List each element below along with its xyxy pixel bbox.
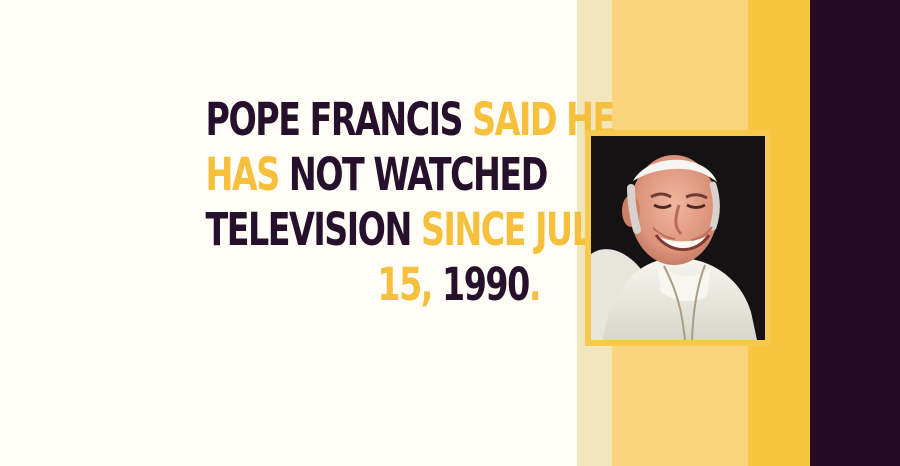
fact-line-1-part-1: POPE FRANCIS <box>205 93 473 146</box>
fact-text: POPE FRANCIS SAID HE HAS NOT WATCHED TEL… <box>205 92 616 312</box>
fact-line-4-part-1: 15, <box>377 258 443 311</box>
fact-line-3-part-2: SINCE JULY <box>420 203 610 256</box>
fact-line-2-part-1: HAS <box>205 148 289 201</box>
fact-line-4-part-2: 1990 <box>442 258 530 311</box>
fact-line-1: POPE FRANCIS SAID HE <box>205 92 616 147</box>
fact-line-2-part-2: NOT WATCHED <box>288 148 549 201</box>
fact-line-3: TELEVISION SINCE JULY <box>205 202 611 257</box>
pope-francis-photo <box>591 136 765 340</box>
plum-stripe <box>810 0 900 466</box>
fact-line-4: 15, 1990. <box>206 257 542 312</box>
photo-frame <box>585 130 771 346</box>
fact-card: POPE FRANCIS SAID HE HAS NOT WATCHED TEL… <box>0 0 900 466</box>
fact-line-4-part-3: . <box>528 258 542 311</box>
fact-line-3-part-1: TELEVISION <box>205 203 421 256</box>
person-portrait-icon <box>591 136 765 340</box>
fact-line-2: HAS NOT WATCHED <box>205 147 549 202</box>
